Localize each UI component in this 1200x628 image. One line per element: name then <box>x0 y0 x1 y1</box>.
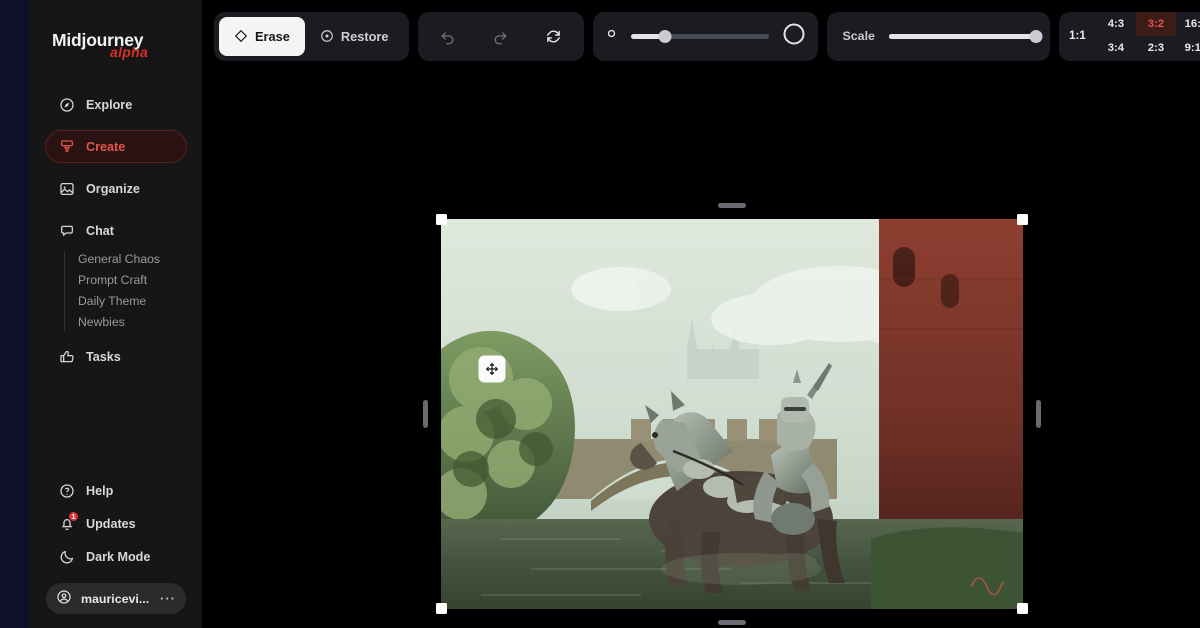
aspect-ratio-3-4[interactable]: 3:4 <box>1096 36 1136 61</box>
sidebar-nav: Explore Create Organize Chat General Cha… <box>30 88 202 373</box>
eraser-icon <box>234 29 248 43</box>
resize-handle-left[interactable] <box>423 400 428 428</box>
sidebar-item-prompt-craft[interactable]: Prompt Craft <box>78 272 202 289</box>
restore-label: Restore <box>340 28 389 44</box>
user-circle-icon <box>56 589 72 608</box>
thumbs-up-icon <box>58 348 75 365</box>
brush-size-slider[interactable] <box>630 29 769 43</box>
resize-handle-bottom[interactable] <box>718 620 746 625</box>
aspect-ratio-3-2[interactable]: 3:2 <box>1135 11 1176 36</box>
sidebar-item-organize[interactable]: Organize <box>46 172 186 205</box>
sidebar-footer: Help 1 Updates Dark Mode mauricevi... ··… <box>30 474 202 628</box>
sidebar-item-chat[interactable]: Chat <box>46 214 186 247</box>
selection-frame[interactable] <box>423 203 1041 625</box>
aspect-ratio-grid: 4:3 3:4 3:2 2:3 16:9 9:16 2:1 1:2 <box>1096 11 1200 61</box>
redo-icon <box>494 31 507 44</box>
editor-main: Erase Restore Scale 1:1 4:3 3:4 3:2 2:3 … <box>202 0 1200 628</box>
restore-icon <box>321 30 333 42</box>
reset-button[interactable] <box>534 17 574 56</box>
resize-handle-bottom-right[interactable] <box>1017 603 1028 614</box>
move-handle[interactable] <box>478 355 506 383</box>
compass-icon <box>58 96 75 113</box>
sidebar-item-label: Help <box>86 483 114 498</box>
scale-slider[interactable] <box>888 29 1043 43</box>
aspect-ratio-16-9[interactable]: 16:9 <box>1176 12 1200 37</box>
question-circle-icon <box>58 482 75 499</box>
moon-icon <box>58 548 75 565</box>
user-menu-icon[interactable]: ··· <box>160 591 176 606</box>
sidebar-item-dark-mode[interactable]: Dark Mode <box>46 540 186 573</box>
small-circle-icon <box>605 27 618 45</box>
resize-handle-right[interactable] <box>1036 400 1041 428</box>
updates-badge: 1 <box>68 511 79 522</box>
brush-size-group <box>592 11 818 61</box>
chat-channel-list: General Chaos Prompt Craft Daily Theme N… <box>64 251 202 331</box>
sidebar-item-daily-theme[interactable]: Daily Theme <box>78 293 202 310</box>
scale-group: Scale <box>826 11 1050 61</box>
sidebar: Midjourney alpha Explore Create Organize… <box>30 0 202 628</box>
undo-button[interactable] <box>428 17 468 56</box>
history-group <box>417 11 584 61</box>
aspect-ratio-2-3[interactable]: 2:3 <box>1136 36 1176 61</box>
user-name: mauricevi... <box>81 591 150 606</box>
sidebar-item-label: Dark Mode <box>86 549 151 564</box>
sidebar-item-general-chaos[interactable]: General Chaos <box>78 251 202 268</box>
bell-icon: 1 <box>58 511 79 532</box>
resize-handle-top[interactable] <box>718 203 746 208</box>
user-account-button[interactable]: mauricevi... ··· <box>46 583 186 614</box>
aspect-ratio-col: 4:3 3:4 <box>1096 12 1136 61</box>
sidebar-item-label: Updates <box>86 516 136 531</box>
mode-toggle-group: Erase Restore <box>214 11 409 61</box>
resize-handle-top-left[interactable] <box>436 214 447 225</box>
erase-button[interactable]: Erase <box>219 16 305 56</box>
redo-button[interactable] <box>481 17 521 56</box>
sidebar-item-newbies[interactable]: Newbies <box>78 314 202 331</box>
erase-label: Erase <box>255 28 290 44</box>
sidebar-item-tasks[interactable]: Tasks <box>46 340 186 373</box>
restore-button[interactable]: Restore <box>305 17 404 56</box>
sidebar-item-help[interactable]: Help <box>46 474 186 507</box>
aspect-ratio-col: 16:9 9:16 <box>1176 12 1200 61</box>
brand-alpha-tag: alpha <box>110 44 149 60</box>
undo-icon <box>441 31 454 44</box>
aspect-ratio-4-3[interactable]: 4:3 <box>1096 12 1136 37</box>
aspect-ratio-9-16[interactable]: 9:16 <box>1176 36 1200 61</box>
scale-slider-fill <box>888 33 1036 39</box>
sidebar-item-label: Chat <box>86 223 114 238</box>
reset-icon <box>547 30 560 42</box>
scale-slider-knob[interactable] <box>1029 29 1043 43</box>
sidebar-item-create[interactable]: Create <box>45 130 187 163</box>
aspect-ratio-1-1[interactable]: 1:1 <box>1059 12 1096 61</box>
sidebar-item-explore[interactable]: Explore <box>46 88 186 121</box>
page-gutter-left <box>0 0 30 628</box>
aspect-ratio-selector: 1:1 4:3 3:4 3:2 2:3 16:9 9:16 <box>1058 11 1200 61</box>
sidebar-item-label: Tasks <box>86 349 121 364</box>
resize-handle-top-right[interactable] <box>1017 214 1028 225</box>
brush-icon <box>58 138 75 155</box>
large-circle-icon <box>782 22 806 51</box>
brand-logo: Midjourney alpha <box>30 22 202 74</box>
scale-label: Scale <box>842 29 875 43</box>
move-icon <box>486 363 498 375</box>
image-icon <box>58 180 75 197</box>
editor-toolbar: Erase Restore Scale 1:1 4:3 3:4 3:2 2:3 … <box>202 0 1200 72</box>
sidebar-item-label: Create <box>86 139 126 154</box>
edit-canvas[interactable] <box>202 72 1200 628</box>
canvas-image-knight-on-mechanical-horse <box>441 219 1023 609</box>
brush-slider-knob[interactable] <box>658 29 672 43</box>
sidebar-item-label: Organize <box>86 181 140 196</box>
sidebar-item-label: Explore <box>86 97 133 112</box>
chat-icon <box>58 222 75 239</box>
resize-handle-bottom-left[interactable] <box>436 603 447 614</box>
midjourney-editor-window: Midjourney alpha Explore Create Organize… <box>0 0 1200 628</box>
sidebar-item-updates[interactable]: 1 Updates <box>46 507 186 540</box>
aspect-ratio-col: 3:2 2:3 <box>1135 11 1176 61</box>
